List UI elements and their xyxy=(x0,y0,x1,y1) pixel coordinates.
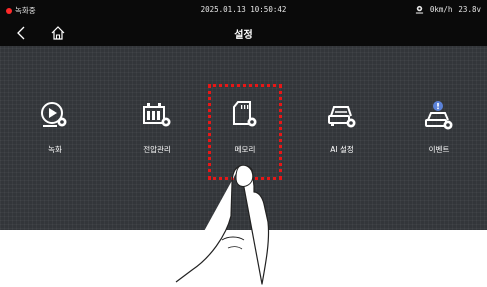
menu-item-event[interactable]: 이벤트 xyxy=(404,98,474,168)
right-status: 0km/h 23.8v xyxy=(415,5,481,14)
gps-pin-icon xyxy=(415,5,423,14)
menu-item-record[interactable]: 녹화 xyxy=(20,98,90,168)
menu-label-record: 녹화 xyxy=(48,145,62,154)
selection-highlight xyxy=(208,84,282,180)
menu-item-voltage[interactable]: 전압관리 xyxy=(122,98,192,168)
status-bar: 녹화중 2025.01.13 10:50:42 0km/h 23.8v xyxy=(0,0,487,20)
battery-settings-icon xyxy=(143,103,171,127)
ai-car-settings-icon xyxy=(328,106,356,128)
record-settings-icon xyxy=(41,102,67,127)
menu-label-event: 이벤트 xyxy=(428,145,450,154)
device-screen: 녹화중 2025.01.13 10:50:42 0km/h 23.8v 설정 녹… xyxy=(0,0,487,230)
title-bar: 설정 xyxy=(0,20,487,46)
menu-item-ai[interactable]: AI 설정 xyxy=(307,98,377,168)
speed-readout: 0km/h xyxy=(429,5,453,14)
voltage-readout: 23.8v xyxy=(458,5,481,14)
page-title: 설정 xyxy=(234,30,253,41)
menu-label-voltage: 전압관리 xyxy=(143,145,171,154)
menu-label-ai: AI 설정 xyxy=(330,145,354,154)
event-car-settings-icon xyxy=(425,101,453,130)
